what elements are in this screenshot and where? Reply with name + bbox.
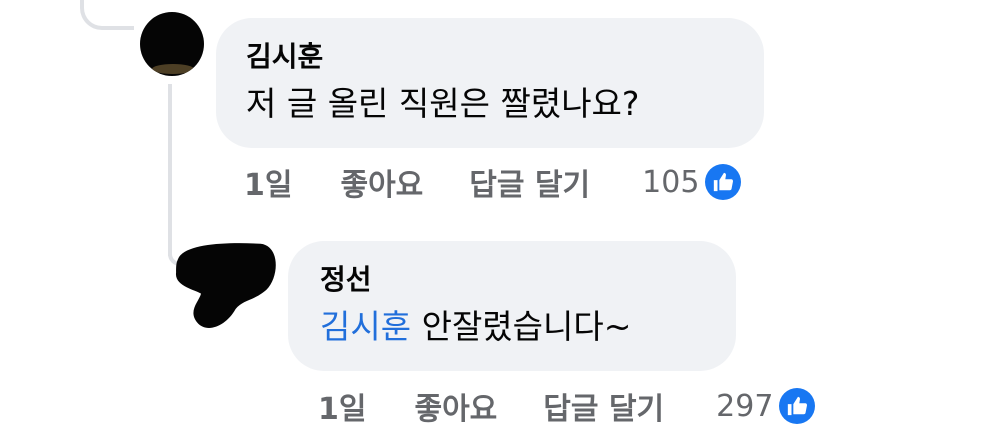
thread-connector-top	[80, 0, 134, 30]
reply-bubble: 정선 김시훈 안잘렸습니다~	[288, 241, 736, 371]
reaction-count[interactable]: 105	[642, 165, 699, 200]
avatar-redacted[interactable]	[172, 238, 280, 334]
reply-timestamp[interactable]: 1일	[318, 384, 366, 428]
reply-text: 김시훈 안잘렸습니다~	[320, 305, 736, 349]
reaction-count[interactable]: 297	[716, 389, 773, 424]
comment-actions: 1일 좋아요 답글 달기 105	[244, 160, 742, 204]
comment-author[interactable]: 김시훈	[246, 40, 764, 74]
like-button[interactable]: 좋아요	[340, 160, 423, 204]
reply-body: 안잘렸습니다~	[411, 307, 632, 346]
reply-button[interactable]: 답글 달기	[469, 160, 590, 204]
comment-text: 저 글 올린 직원은 짤렸나요?	[246, 84, 640, 123]
comment-timestamp[interactable]: 1일	[244, 160, 292, 204]
like-button[interactable]: 좋아요	[414, 384, 497, 428]
mention-link[interactable]: 김시훈	[320, 307, 411, 346]
thumbs-up-icon[interactable]	[779, 388, 816, 424]
thumbs-up-icon[interactable]	[705, 164, 742, 200]
reply-author[interactable]: 정선	[320, 263, 736, 297]
avatar[interactable]	[140, 12, 204, 76]
comment-bubble: 김시훈 저 글 올린 직원은 짤렸나요?	[216, 18, 764, 148]
reply-button[interactable]: 답글 달기	[543, 384, 664, 428]
reply-actions: 1일 좋아요 답글 달기 297	[318, 384, 816, 428]
